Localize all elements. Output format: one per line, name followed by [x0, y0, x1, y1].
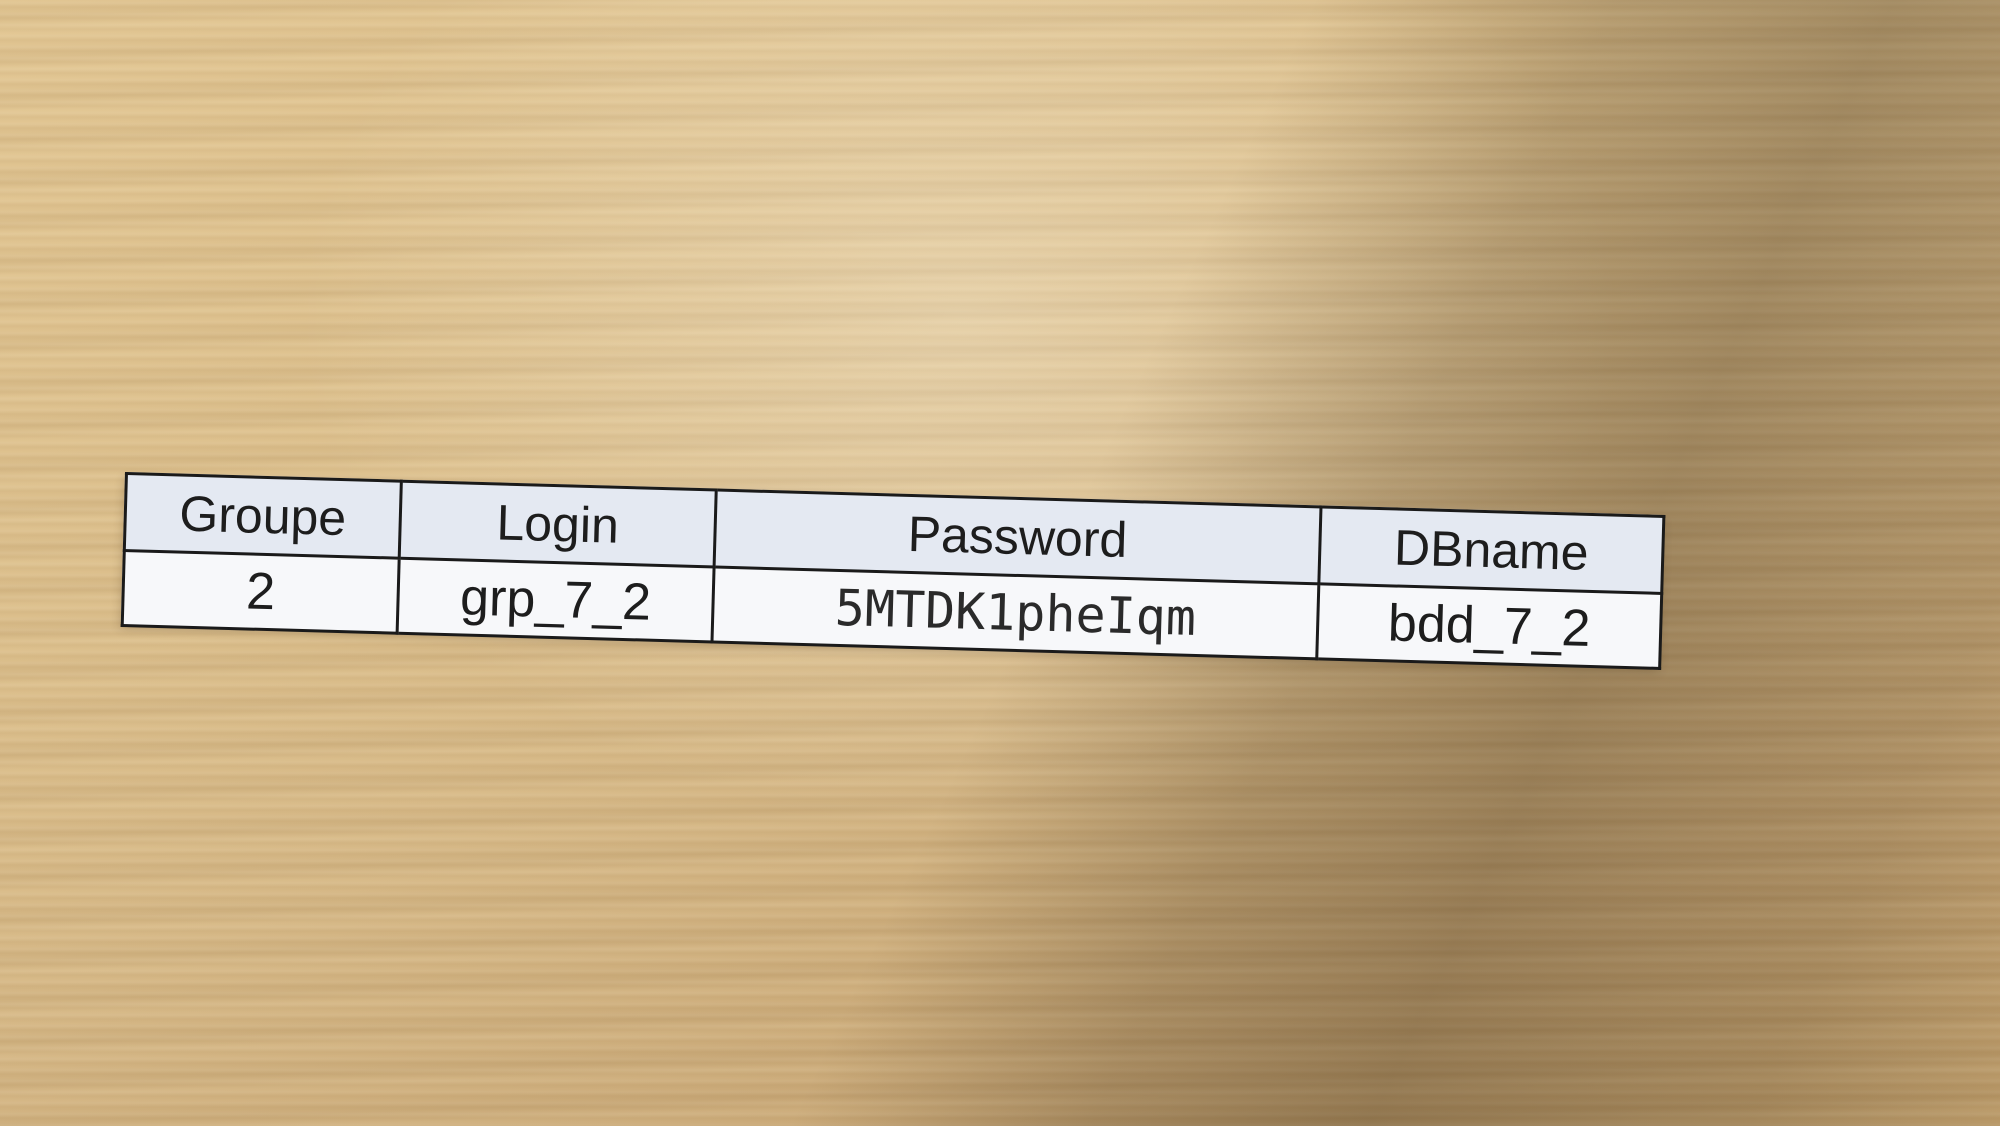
header-login: Login	[399, 481, 717, 567]
paper-strip: Groupe Login Password DBname 2 grp_7_2 5…	[120, 472, 1664, 669]
cell-groupe: 2	[122, 550, 400, 634]
cell-password: 5MTDK1pheIqm	[711, 566, 1319, 659]
header-dbname: DBname	[1318, 506, 1664, 594]
cell-login: grp_7_2	[397, 558, 715, 642]
header-groupe: Groupe	[124, 473, 402, 559]
cell-dbname: bdd_7_2	[1316, 583, 1662, 669]
credentials-table: Groupe Login Password DBname 2 grp_7_2 5…	[121, 472, 1666, 670]
